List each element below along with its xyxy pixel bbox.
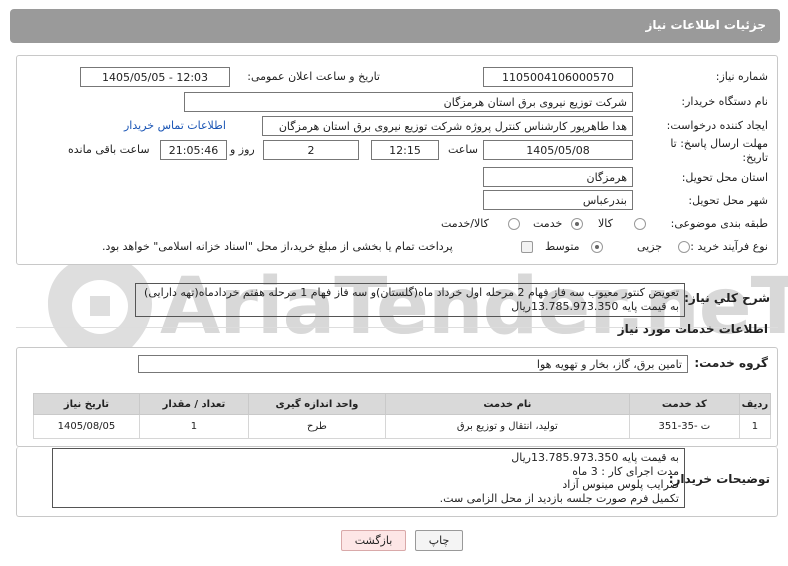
- need-number-label: شماره نیاز:: [715, 70, 768, 83]
- process-medium-radio[interactable]: [591, 241, 603, 253]
- category-goods-service-radio[interactable]: [508, 218, 520, 230]
- summary-label: شرح کلي نياز:: [684, 291, 770, 305]
- category-service-radio[interactable]: [571, 218, 583, 230]
- category-goods-radio[interactable]: [634, 218, 646, 230]
- buyer-contact-link[interactable]: اطلاعات تماس خریدار: [124, 119, 226, 132]
- print-button[interactable]: چاپ: [415, 530, 463, 551]
- page-header: جزئیات اطلاعات نیاز: [10, 9, 780, 43]
- days-label: روز و: [230, 143, 255, 156]
- row-date: 1405/08/05: [33, 414, 140, 439]
- province-field: هرمزگان: [483, 167, 633, 187]
- category-goods-label: کالا: [598, 217, 613, 230]
- row-name: تولید، انتقال و توزیع برق: [384, 414, 630, 439]
- category-goods-service-label: کالا/خدمت: [441, 217, 489, 230]
- buyer-note-line: ضرایب پلوس مینوس آزاد: [562, 478, 679, 491]
- process-type-label: نوع فرآیند خرید :: [690, 240, 768, 253]
- deadline-label: مهلت ارسال پاسخ: تا: [670, 137, 768, 150]
- announce-date-field: 1405/05/05 - 12:03: [80, 67, 230, 87]
- process-minor-label: جزیی: [637, 240, 663, 253]
- category-label: طبقه بندی موضوعی:: [670, 217, 768, 230]
- announce-date-label: تاریخ و ساعت اعلان عمومی:: [247, 70, 380, 83]
- creator-label: ایجاد کننده درخواست:: [666, 119, 768, 132]
- services-table: ردیف کد خدمت نام خدمت واحد اندازه گیری ت…: [33, 393, 772, 439]
- province-label: استان محل تحویل:: [681, 171, 768, 184]
- city-label: شهر محل تحویل:: [688, 194, 768, 207]
- process-medium-label: متوسط: [545, 240, 580, 253]
- deadline-label-date: تاریخ:: [742, 151, 768, 164]
- remaining-time-field: 21:05:46: [160, 140, 227, 160]
- remaining-label: ساعت باقی مانده: [68, 143, 150, 156]
- col-index: ردیف: [738, 393, 772, 415]
- buyer-note-line: تکمیل فرم صورت جلسه بازدید از محل الزامی…: [439, 491, 679, 505]
- deadline-time-label: ساعت: [448, 143, 478, 156]
- row-qty: 1: [138, 414, 249, 439]
- row-code: ت -35-351: [628, 414, 740, 439]
- col-code: کد خدمت: [628, 393, 740, 415]
- col-name: نام خدمت: [384, 393, 630, 415]
- col-qty: تعداد / مقدار: [138, 393, 249, 415]
- buyer-note-line: مدت اجرای کار : 3 ماه: [572, 464, 679, 478]
- creator-field: هدا طاهرپور کارشناس کنترل پروژه شرکت توز…: [262, 116, 633, 136]
- deadline-date-field: 1405/05/08: [483, 140, 633, 160]
- col-date: تاریخ نیاز: [33, 393, 140, 415]
- row-unit: طرح: [247, 414, 386, 439]
- service-group-label: گروه خدمت:: [694, 356, 768, 370]
- buyer-label: نام دستگاه خریدار:: [681, 95, 768, 108]
- services-section-title: اطلاعات خدمات مورد نياز: [617, 322, 768, 336]
- deadline-time-field: 12:15: [371, 140, 439, 160]
- category-service-label: خدمت: [533, 217, 563, 230]
- row-index: 1: [738, 414, 772, 439]
- remaining-days-field: 2: [263, 140, 359, 160]
- city-field: بندرعباس: [483, 190, 633, 210]
- summary-field: تعویض کنتور معیوب سه فاز فهام 2 مرحله او…: [135, 283, 685, 317]
- col-unit: واحد اندازه گیری: [247, 393, 386, 415]
- page-title: جزئیات اطلاعات نیاز: [645, 18, 766, 32]
- buyer-notes-field: به قیمت پایه 13.785.973.350ریال مدت اجرا…: [52, 448, 685, 508]
- service-group-field: تامین برق، گاز، بخار و تهویه هوا: [138, 355, 688, 373]
- need-number-field: 1105004106000570: [483, 67, 633, 87]
- buyer-field: شرکت توزیع نیروی برق استان هرمزگان: [184, 92, 633, 112]
- table-row: 1 ت -35-351 تولید، انتقال و توزیع برق طر…: [33, 414, 772, 439]
- buyer-note-line: به قیمت پایه 13.785.973.350ریال: [511, 451, 679, 464]
- back-button[interactable]: بازگشت: [341, 530, 406, 551]
- payment-note: پرداخت تمام یا بخشی از مبلغ خرید،از محل …: [102, 240, 453, 253]
- payment-treasury-checkbox[interactable]: [521, 241, 533, 253]
- process-minor-radio[interactable]: [678, 241, 690, 253]
